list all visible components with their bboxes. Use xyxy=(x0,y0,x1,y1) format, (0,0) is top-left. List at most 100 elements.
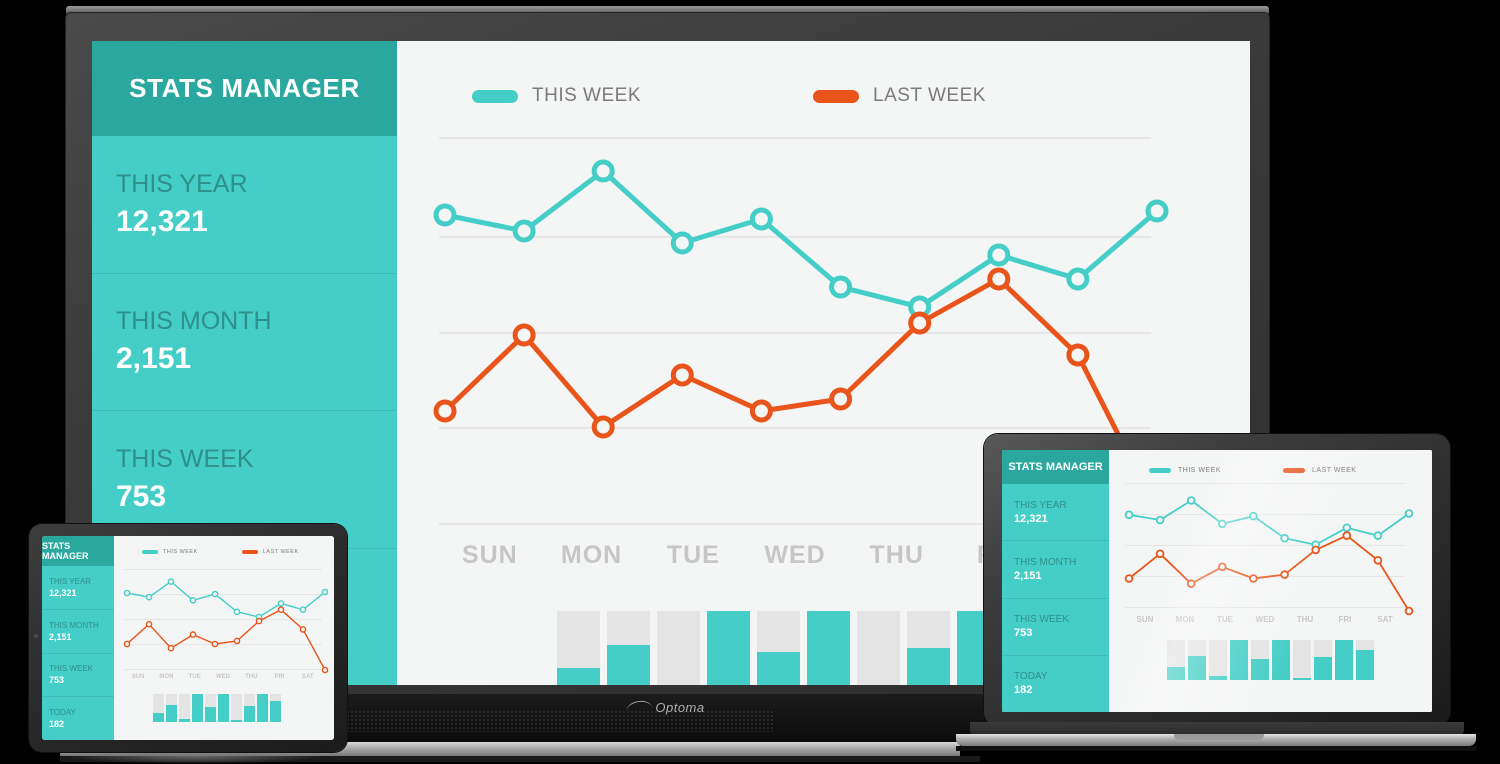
bar[interactable] xyxy=(1356,640,1374,680)
bar[interactable] xyxy=(1293,640,1311,680)
bar[interactable] xyxy=(1272,640,1290,680)
data-point[interactable] xyxy=(145,593,153,601)
data-point[interactable] xyxy=(189,631,197,638)
data-point[interactable] xyxy=(189,597,197,604)
bar[interactable] xyxy=(1251,640,1269,680)
legend-item-this-week[interactable]: THIS WEEK xyxy=(1149,467,1221,474)
data-point[interactable] xyxy=(299,626,307,633)
bar[interactable] xyxy=(257,694,268,722)
bar[interactable] xyxy=(707,611,750,685)
data-point[interactable] xyxy=(1066,343,1090,367)
data-point[interactable] xyxy=(1066,267,1090,291)
data-point[interactable] xyxy=(433,203,457,227)
data-point[interactable] xyxy=(829,275,853,299)
bar[interactable] xyxy=(607,611,650,685)
data-point[interactable] xyxy=(1249,574,1258,583)
legend-item-last-week[interactable]: LAST WEEK xyxy=(1283,467,1356,474)
data-point[interactable] xyxy=(1280,533,1289,543)
data-point[interactable] xyxy=(1124,574,1134,583)
bar[interactable] xyxy=(244,694,255,722)
data-point[interactable] xyxy=(1155,515,1165,525)
data-point[interactable] xyxy=(591,415,615,439)
bar[interactable] xyxy=(205,694,216,722)
bar[interactable] xyxy=(657,611,700,685)
bar[interactable] xyxy=(1209,640,1227,680)
data-point[interactable] xyxy=(1145,199,1169,223)
data-point[interactable] xyxy=(749,399,773,423)
data-point[interactable] xyxy=(749,207,773,231)
data-point[interactable] xyxy=(1186,579,1196,588)
data-point[interactable] xyxy=(670,363,694,387)
bar[interactable] xyxy=(1188,640,1206,680)
data-point[interactable] xyxy=(1218,562,1227,572)
bar[interactable] xyxy=(857,611,900,685)
data-point[interactable] xyxy=(167,578,175,585)
data-point[interactable] xyxy=(321,666,329,674)
data-point[interactable] xyxy=(1124,510,1134,520)
bar[interactable] xyxy=(1335,640,1353,680)
bar[interactable] xyxy=(1230,640,1248,680)
bar[interactable] xyxy=(192,694,203,722)
bar[interactable] xyxy=(270,694,281,722)
stat-card-this-month[interactable]: THIS MONTH 2,151 xyxy=(42,608,114,653)
stat-card-this-month[interactable]: THIS MONTH 2,151 xyxy=(92,272,397,411)
data-point[interactable] xyxy=(1280,570,1289,579)
bar[interactable] xyxy=(807,611,850,685)
stat-card-today[interactable]: TODAY 182 xyxy=(1002,654,1109,712)
data-point[interactable] xyxy=(211,590,219,598)
data-point[interactable] xyxy=(512,323,536,347)
bar[interactable] xyxy=(557,611,600,685)
bar[interactable] xyxy=(179,694,190,722)
stat-card-this-week[interactable]: THIS WEEK 753 xyxy=(1002,597,1109,655)
data-point[interactable] xyxy=(987,243,1011,267)
bar[interactable] xyxy=(153,694,164,722)
data-point[interactable] xyxy=(1249,511,1258,521)
data-point[interactable] xyxy=(1186,496,1196,505)
stat-card-this-week[interactable]: THIS WEEK 753 xyxy=(42,652,114,697)
data-point[interactable] xyxy=(277,600,285,607)
data-point[interactable] xyxy=(1311,545,1321,555)
stat-label: THIS WEEK xyxy=(49,664,94,674)
data-point[interactable] xyxy=(591,159,615,183)
data-point[interactable] xyxy=(1373,531,1383,540)
data-point[interactable] xyxy=(670,231,694,255)
data-point[interactable] xyxy=(233,608,241,616)
stat-card-this-year[interactable]: THIS YEAR 12,321 xyxy=(92,136,397,273)
bar[interactable] xyxy=(231,694,242,722)
data-point[interactable] xyxy=(829,387,853,411)
data-point[interactable] xyxy=(255,617,263,625)
bar[interactable] xyxy=(1314,640,1332,680)
data-point[interactable] xyxy=(299,606,307,614)
stat-label: THIS MONTH xyxy=(116,307,272,336)
bar[interactable] xyxy=(166,694,177,722)
legend-item-this-week[interactable]: THIS WEEK xyxy=(142,549,198,555)
stat-card-this-year[interactable]: THIS YEAR 12,321 xyxy=(42,566,114,609)
data-point[interactable] xyxy=(211,640,219,648)
stat-card-this-year[interactable]: THIS YEAR 12,321 xyxy=(1002,484,1109,540)
data-point[interactable] xyxy=(123,640,131,648)
bar[interactable] xyxy=(757,611,800,685)
data-point[interactable] xyxy=(1342,531,1352,540)
data-point[interactable] xyxy=(123,589,131,597)
data-point[interactable] xyxy=(145,620,153,628)
data-point[interactable] xyxy=(987,267,1011,291)
legend-item-last-week[interactable]: LAST WEEK xyxy=(241,549,299,555)
data-point[interactable] xyxy=(167,644,175,652)
data-point[interactable] xyxy=(908,311,932,335)
data-point[interactable] xyxy=(1218,519,1227,529)
bar[interactable] xyxy=(218,694,229,722)
stat-card-this-month[interactable]: THIS MONTH 2,151 xyxy=(1002,540,1109,597)
data-point[interactable] xyxy=(1404,509,1414,518)
data-point[interactable] xyxy=(1155,549,1165,559)
bar[interactable] xyxy=(907,611,950,685)
data-point[interactable] xyxy=(1404,606,1414,616)
data-point[interactable] xyxy=(321,588,329,596)
data-point[interactable] xyxy=(277,606,285,614)
data-point[interactable] xyxy=(1373,556,1383,565)
data-point[interactable] xyxy=(433,399,457,423)
data-point[interactable] xyxy=(512,219,536,243)
data-point[interactable] xyxy=(1342,523,1352,533)
stat-card-today[interactable]: TODAY 182 xyxy=(42,696,114,740)
bar[interactable] xyxy=(1167,640,1185,680)
data-point[interactable] xyxy=(233,637,241,645)
